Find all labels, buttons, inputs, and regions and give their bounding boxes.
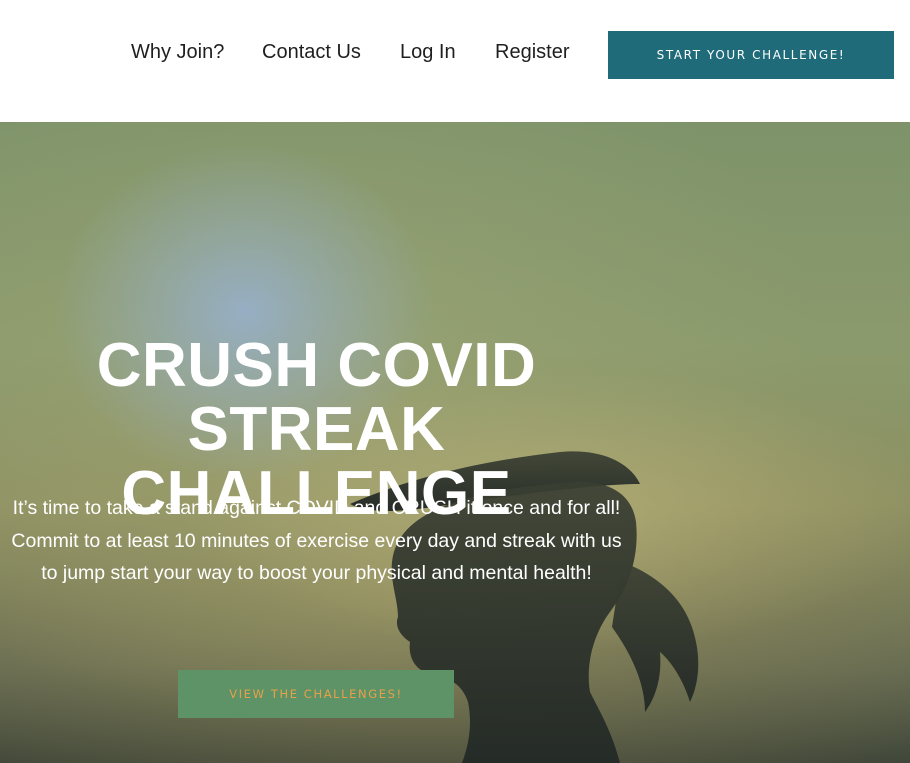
nav-link-log-in[interactable]: Log In (400, 41, 456, 64)
site-header: Why Join? Contact Us Log In Register STA… (0, 0, 910, 122)
hero-title-line: CRUSH COVID (96, 331, 537, 400)
start-challenge-button[interactable]: START YOUR CHALLENGE! (608, 31, 894, 79)
nav-link-contact-us[interactable]: Contact Us (262, 41, 361, 64)
nav-link-register[interactable]: Register (495, 41, 569, 64)
hero-description: It’s time to take a stand against COVID … (0, 492, 633, 590)
view-challenges-button[interactable]: VIEW THE CHALLENGES! (178, 670, 454, 718)
hero-description-line: to jump start your way to boost your phy… (41, 562, 592, 584)
hero-section: CRUSH COVID STREAK CHALLENGE It’s time t… (0, 122, 910, 763)
nav-link-why-join[interactable]: Why Join? (131, 41, 224, 64)
hero-description-line: Commit to at least 10 minutes of exercis… (11, 529, 622, 552)
hero-description-line: It’s time to take a stand against COVID … (12, 497, 621, 519)
